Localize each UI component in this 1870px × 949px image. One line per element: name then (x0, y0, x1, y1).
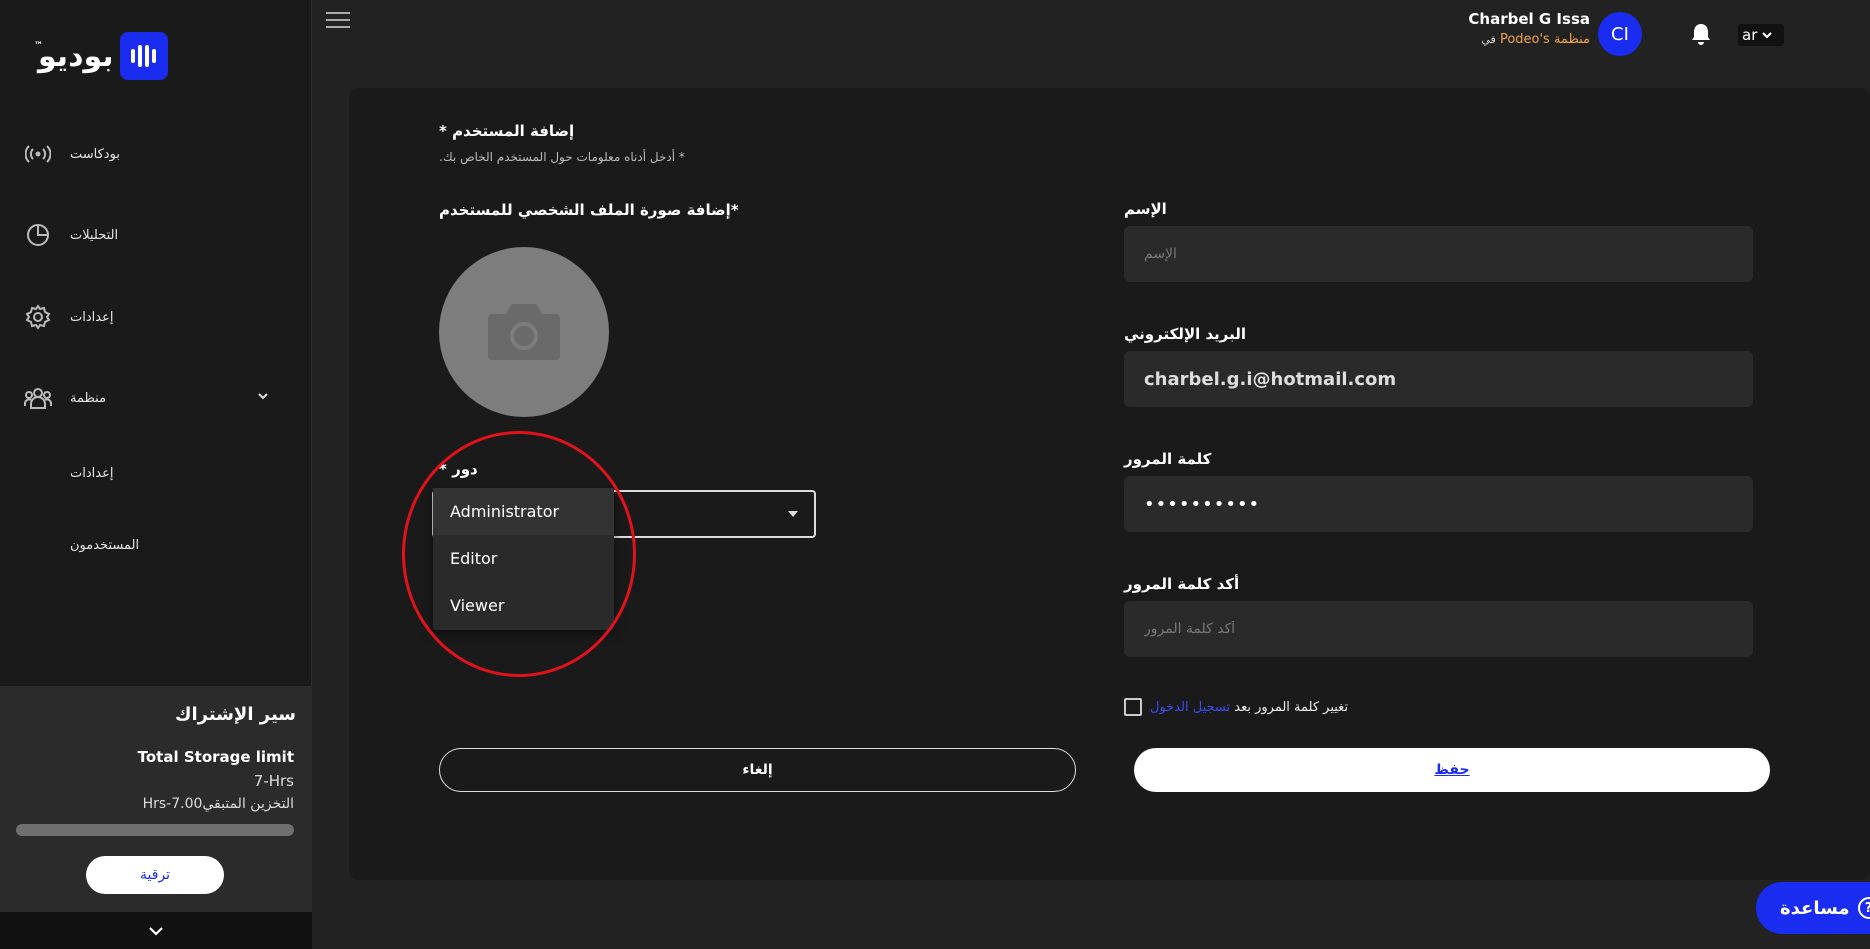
logo-wordmark: بوديو (38, 38, 114, 74)
pie-chart-icon (24, 221, 52, 249)
sidebar-item-label: التحليلات (70, 227, 119, 243)
help-button[interactable]: مساعدة ? (1756, 882, 1870, 934)
save-button[interactable]: حفظ (1134, 748, 1770, 792)
confirm-password-field[interactable] (1124, 601, 1753, 657)
logo-trademark: ™ (34, 40, 43, 51)
password-field[interactable] (1124, 476, 1753, 532)
subscription-title: سير الإشتراك (175, 704, 296, 725)
change-password-option: تغيير كلمة المرور بعد تسجيل الدخول (1124, 698, 1348, 716)
email-field[interactable] (1124, 351, 1753, 407)
avatar[interactable]: CI (1598, 12, 1642, 56)
role-option-editor[interactable]: Editor (433, 535, 614, 582)
chevron-down-icon[interactable] (256, 389, 270, 403)
users-group-icon (24, 384, 52, 412)
hamburger-icon (326, 19, 350, 21)
role-dropdown-menu: Administrator Editor Viewer (433, 488, 614, 630)
sidebar-collapse-toggle[interactable] (0, 912, 312, 949)
hamburger-icon (326, 12, 350, 14)
storage-limit-value: 7-Hrs (253, 772, 294, 790)
confirm-password-label: أكد كلمة المرور (1124, 575, 1240, 593)
user-organization: منظمة Podeo's في (1468, 32, 1590, 47)
email-label: البريد الإلكتروني (1124, 325, 1246, 343)
user-name: Charbel G Issa (1468, 10, 1590, 28)
org-name: منظمة Podeo's (1499, 32, 1590, 47)
sidebar-item-label: بودكاست (70, 146, 120, 162)
hamburger-icon (326, 26, 350, 28)
cancel-button[interactable]: إلغاء (439, 748, 1076, 792)
subscription-panel: سير الإشتراك Total Storage limit 7-Hrs ا… (0, 686, 312, 912)
form-title: إضافة المستخدم * (439, 122, 575, 140)
caret-down-icon (788, 511, 798, 517)
help-label: مساعدة (1780, 897, 1850, 919)
name-label: الإسم (1124, 200, 1167, 218)
profile-photo-label: *إضافة صورة الملف الشخصي للمستخدم (439, 201, 739, 219)
sidebar-item-podcasts[interactable]: بودكاست (24, 140, 120, 168)
login-link[interactable]: تسجيل الدخول (1150, 700, 1230, 715)
sidebar: ™ بوديو بودكاست التحليلات إعدادات منظمة إ… (0, 0, 312, 949)
help-question-icon: ? (1857, 897, 1870, 919)
role-option-administrator[interactable]: Administrator (433, 488, 614, 535)
sidebar-item-organization[interactable]: منظمة (24, 384, 106, 412)
gear-icon (24, 303, 52, 331)
role-option-viewer[interactable]: Viewer (433, 582, 614, 629)
change-password-label: تغيير كلمة المرور بعد (1234, 699, 1349, 715)
app-logo[interactable]: ™ بوديو (34, 32, 168, 80)
camera-icon (488, 304, 560, 360)
change-password-checkbox[interactable] (1124, 698, 1142, 716)
sidebar-item-analytics[interactable]: التحليلات (24, 221, 118, 249)
org-prefix: في (1481, 33, 1496, 46)
broadcast-icon (24, 140, 52, 168)
storage-remaining-label: التخزين المتبقي (202, 796, 294, 812)
chevron-down-icon (149, 926, 163, 936)
user-info: Charbel G Issa منظمة Podeo's في (1468, 10, 1590, 47)
sidebar-item-label: منظمة (70, 390, 107, 406)
role-label: دور * (439, 460, 478, 478)
profile-photo-upload[interactable] (439, 247, 609, 417)
sidebar-subitem-users[interactable]: المستخدمون (70, 538, 139, 553)
storage-remaining: التخزين المتبقي7.00-Hrs (143, 796, 294, 812)
form-subtitle: * أدخل أدناه معلومات حول المستخدم الخاص … (439, 150, 685, 164)
sidebar-item-settings[interactable]: إعدادات (24, 303, 113, 331)
change-password-text: تغيير كلمة المرور بعد تسجيل الدخول (1150, 700, 1348, 715)
bell-icon[interactable] (1690, 22, 1712, 46)
name-input[interactable] (1124, 226, 1753, 282)
upgrade-button[interactable]: ترقية (86, 856, 224, 894)
language-value: ar (1742, 26, 1758, 44)
password-label: كلمة المرور (1124, 450, 1212, 468)
language-select[interactable]: ar (1738, 24, 1784, 46)
sidebar-item-label: إعدادات (70, 309, 114, 325)
storage-remaining-value: 7.00-Hrs (142, 796, 203, 812)
logo-text: ™ بوديو (34, 38, 114, 74)
chevron-down-icon (1762, 32, 1773, 39)
menu-toggle-button[interactable] (326, 12, 350, 30)
sidebar-subitem-org-settings[interactable]: إعدادات (70, 466, 113, 481)
storage-limit-title: Total Storage limit (137, 748, 294, 766)
storage-progress-bar (16, 824, 294, 836)
logo-mark-icon (119, 32, 168, 80)
